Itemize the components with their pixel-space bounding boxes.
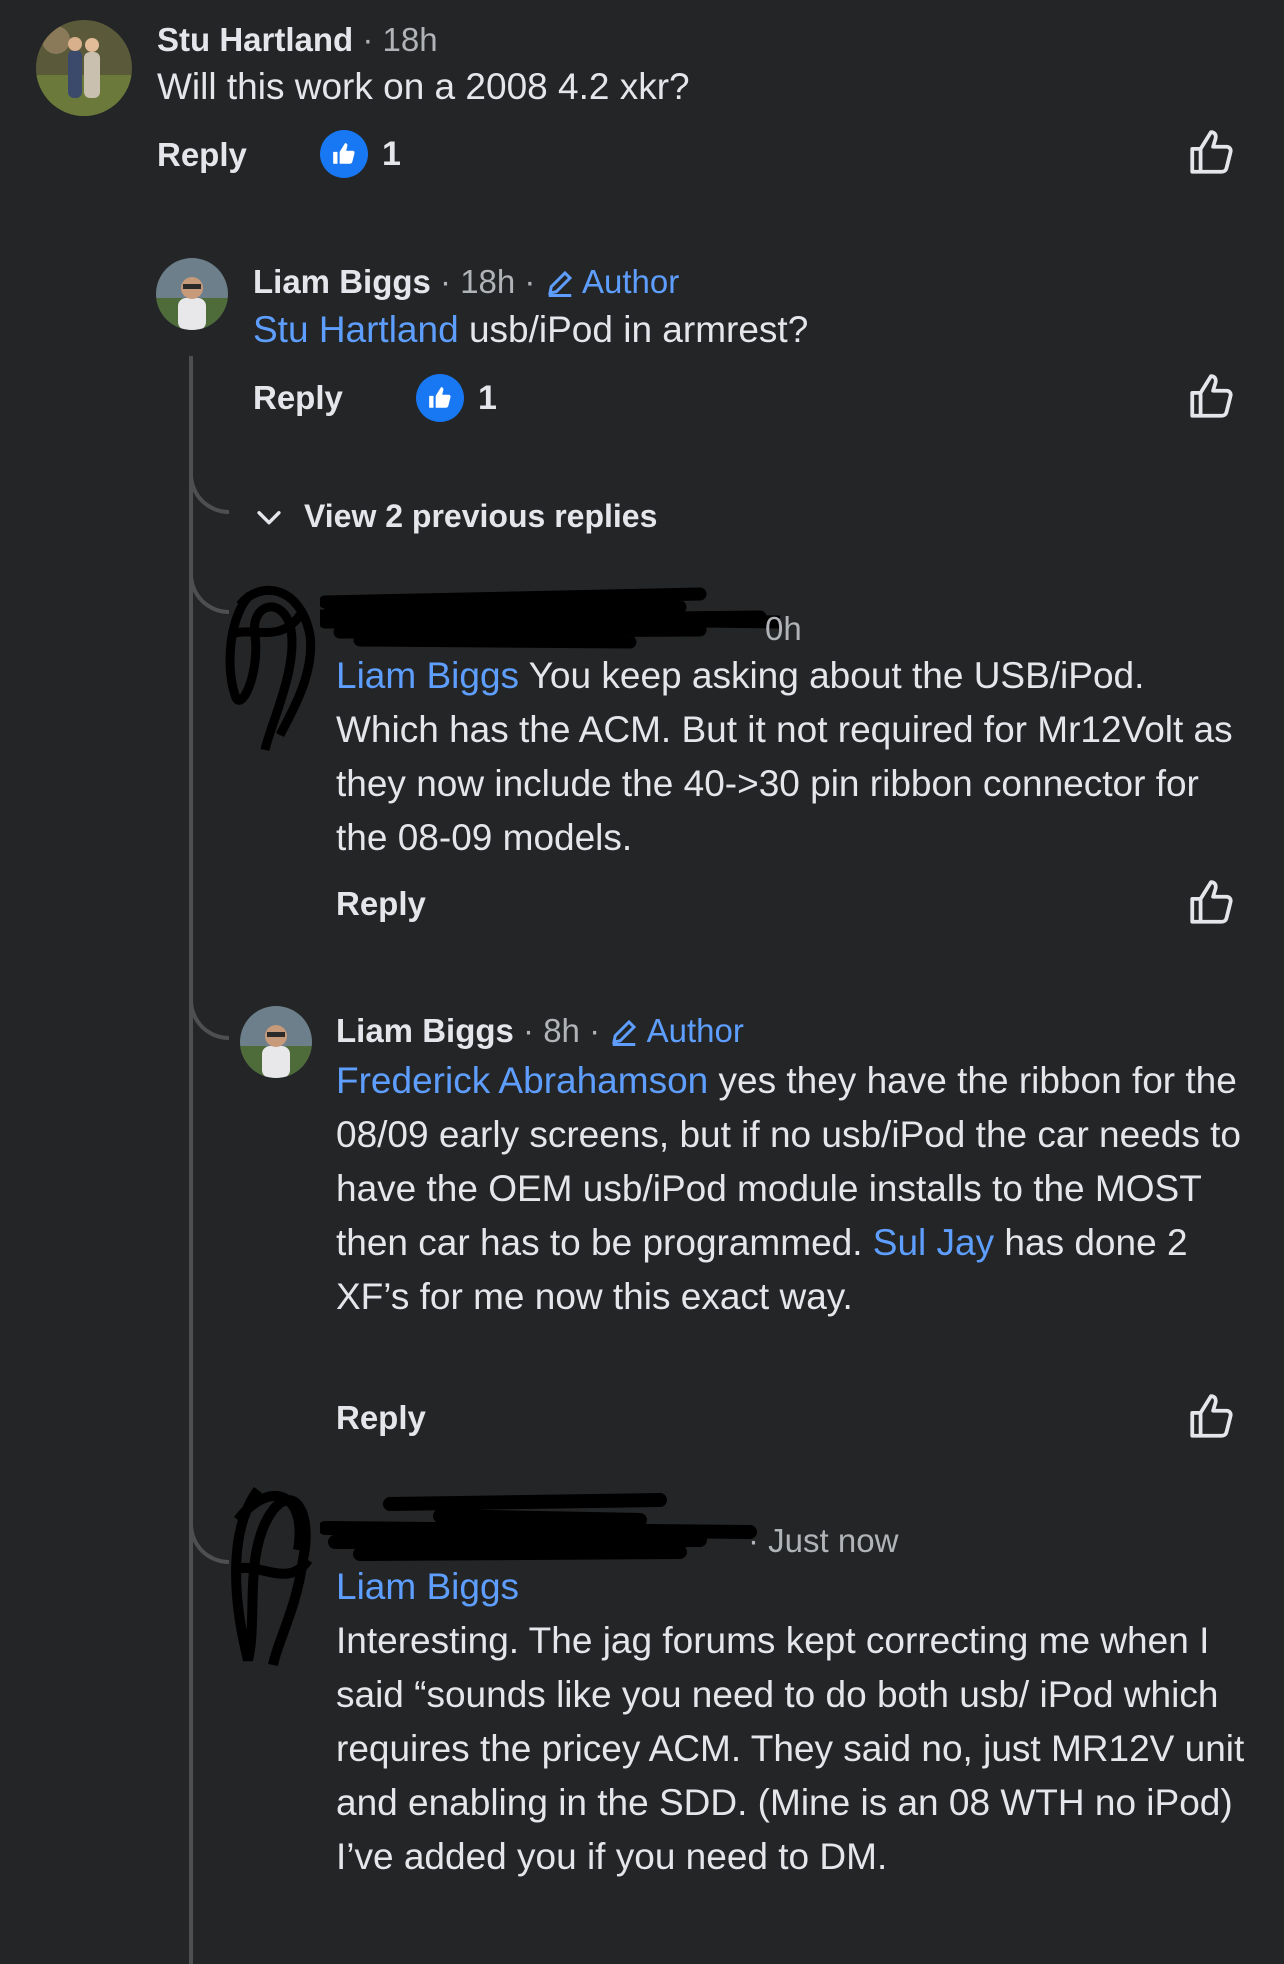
mention-link[interactable]: Frederick Abrahamson: [336, 1060, 708, 1101]
reply-button[interactable]: Reply: [336, 1399, 426, 1437]
timestamp[interactable]: 18h: [383, 21, 438, 58]
view-previous-replies-button[interactable]: View 2 previous replies: [252, 498, 657, 535]
timestamp[interactable]: 18h: [460, 263, 515, 300]
thread-line: [189, 356, 193, 1964]
mention-link[interactable]: Stu Hartland: [253, 309, 459, 350]
view-previous-label: View 2 previous replies: [304, 498, 658, 534]
author-badge: Author: [609, 1012, 744, 1049]
author-name[interactable]: Liam Biggs: [253, 263, 431, 300]
comment-meta: Stu Hartland · 18h: [157, 21, 438, 58]
thread-connector: [189, 960, 229, 1040]
thread-connector: [189, 460, 229, 514]
like-icon[interactable]: [1186, 128, 1236, 183]
mention-link[interactable]: Liam Biggs: [336, 655, 519, 696]
comment-meta: Liam Biggs · 18h · Author: [253, 263, 680, 300]
pencil-icon: [612, 1019, 637, 1046]
mention-link[interactable]: Liam Biggs: [336, 1566, 519, 1607]
author-badge: Author: [545, 263, 679, 300]
reply-button[interactable]: Reply: [336, 885, 426, 923]
redacted-avatar-scribble: [218, 1470, 328, 1675]
timestamp[interactable]: 8h: [543, 1012, 580, 1049]
comment-text: Will this work on a 2008 4.2 xkr?: [157, 66, 690, 107]
mention-link[interactable]: Sul Jay: [873, 1222, 994, 1263]
reply-button[interactable]: Reply: [253, 379, 343, 417]
reply-button[interactable]: Reply: [157, 136, 247, 174]
comment-text: Liam Biggs Interesting. The jag forums k…: [336, 1566, 1245, 1877]
comment-meta: Liam Biggs · 8h · Author: [336, 1012, 744, 1049]
reaction-count: 1: [478, 378, 497, 417]
reaction-count: 1: [382, 134, 401, 173]
comment-meta: 0h: [765, 609, 802, 649]
like-icon[interactable]: [1186, 372, 1236, 427]
like-reaction-icon: [320, 130, 368, 178]
like-icon[interactable]: [1186, 1392, 1236, 1447]
like-reaction-icon: [416, 374, 464, 422]
author-name[interactable]: Liam Biggs: [336, 1012, 514, 1049]
like-icon[interactable]: [1186, 878, 1236, 933]
chevron-down-icon: [257, 510, 281, 524]
comment-text: Stu Hartland usb/iPod in armrest?: [253, 309, 809, 350]
avatar[interactable]: [156, 258, 228, 330]
comment-text: Liam Biggs You keep asking about the USB…: [336, 655, 1233, 858]
pencil-icon: [547, 270, 572, 297]
reaction-summary[interactable]: 1: [416, 374, 497, 422]
avatar[interactable]: [240, 1006, 312, 1078]
timestamp[interactable]: 0h: [765, 610, 802, 647]
author-name[interactable]: Stu Hartland: [157, 21, 353, 58]
comment-meta: · Just now: [748, 1522, 899, 1559]
reaction-summary[interactable]: 1: [320, 130, 401, 178]
comment-text: Frederick Abrahamson yes they have the r…: [336, 1060, 1242, 1317]
redacted-name-scribble: [313, 582, 787, 657]
timestamp[interactable]: Just now: [768, 1522, 898, 1559]
avatar[interactable]: [36, 20, 132, 116]
